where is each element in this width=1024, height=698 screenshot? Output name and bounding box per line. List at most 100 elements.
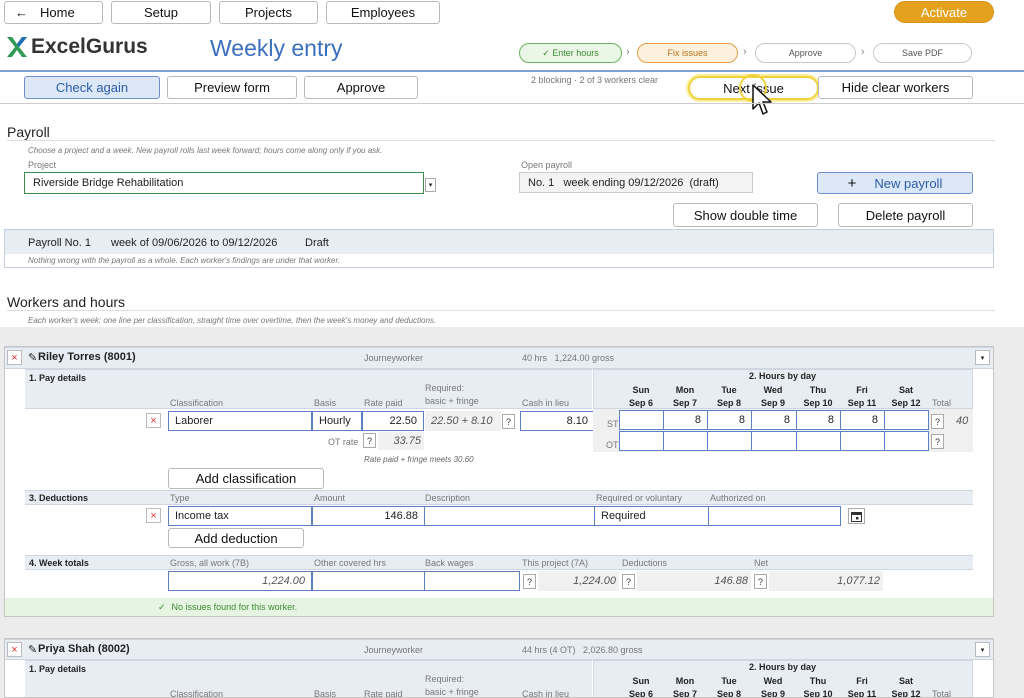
hide-clear-workers-button[interactable]: Hide clear workers — [818, 76, 973, 99]
st-total-help-button[interactable]: ? — [931, 414, 944, 429]
worker-card: × ✎ Priya Shah (8002) Journeyworker 44 h… — [4, 638, 994, 698]
header-divider — [0, 70, 1024, 72]
st-hours-cell[interactable]: 8 — [796, 410, 841, 430]
workers-hint: Each worker's week: one line per classif… — [28, 316, 437, 325]
required-voluntary-field[interactable]: Required — [594, 506, 709, 526]
worker-role: Journeyworker — [364, 645, 424, 655]
new-payroll-button[interactable]: + New payroll — [817, 172, 973, 194]
other-hours-field[interactable] — [312, 571, 425, 591]
st-hours-cell[interactable]: 8 — [663, 410, 708, 430]
payroll-summary: Payroll No. 1 week of 09/06/2026 to 09/1… — [4, 229, 994, 268]
delete-payroll-button[interactable]: Delete payroll — [838, 203, 973, 227]
excelgurus-logo: ExcelGurus — [5, 34, 148, 60]
step-save-pdf[interactable]: Save PDF — [873, 43, 972, 63]
summary-week: week of 09/06/2026 to 09/12/2026 — [111, 237, 278, 249]
worker-card: × ✎ Riley Torres (8001) Journeyworker 40… — [4, 346, 994, 617]
deductions-header: 3. Deductions — [25, 490, 973, 505]
collapse-worker-button[interactable]: ▾ — [975, 642, 990, 657]
pay-details-header: 1. Pay details — [25, 660, 592, 697]
classification-field[interactable]: Laborer — [168, 411, 312, 431]
toolbar-divider — [0, 103, 1024, 104]
calendar-button[interactable] — [848, 508, 865, 524]
authorized-on-field[interactable] — [708, 506, 841, 526]
remove-worker-button[interactable]: × — [7, 642, 22, 657]
chevron-down-icon: ▾ — [428, 182, 433, 189]
ot-hours-cell[interactable] — [840, 431, 885, 451]
ot-rate-value: 33.75 — [378, 432, 424, 450]
ot-hours-cell[interactable] — [884, 431, 929, 451]
home-button[interactable]: ← Home — [4, 1, 103, 24]
setup-button[interactable]: Setup — [111, 1, 211, 24]
st-hours-cell[interactable]: 8 — [751, 410, 797, 430]
st-hours-cell[interactable] — [884, 410, 929, 430]
plus-icon: + — [847, 174, 857, 192]
check-icon: ✓ — [158, 601, 166, 612]
open-payroll-label: Open payroll — [521, 160, 573, 170]
open-payroll-field[interactable]: No. 1 week ending 09/12/2026 (draft) — [519, 172, 753, 193]
ot-hours-cell[interactable] — [663, 431, 708, 451]
summary-status: Draft — [305, 237, 329, 249]
ot-hours-cell[interactable] — [707, 431, 752, 451]
pay-details-header: 1. Pay details — [25, 369, 592, 409]
project-select[interactable]: Riverside Bridge Rehabilitation — [24, 172, 424, 194]
st-hours-cell[interactable]: 8 — [707, 410, 752, 430]
add-deduction-button[interactable]: Add deduction — [168, 528, 304, 548]
deduction-description-field[interactable] — [424, 506, 595, 526]
page-title: Weekly entry — [210, 35, 343, 61]
day-headers: Sun Sep 6 Mon Sep 7 Tue Sep 8 Wed Sep 9 Thu S… — [628, 676, 921, 698]
close-icon: × — [11, 351, 18, 364]
deduction-amount-field[interactable]: 146.88 — [312, 506, 425, 526]
check-again-button[interactable]: Check again — [24, 76, 160, 99]
step-chevron-icon: › — [743, 46, 747, 58]
edit-icon[interactable]: ✎ — [28, 351, 37, 364]
step-approve[interactable]: Approve — [755, 43, 856, 63]
deductions-help-button[interactable]: ? — [622, 574, 635, 589]
st-hours-cell[interactable]: 8 — [840, 410, 885, 430]
project-dropdown-button[interactable]: ▾ — [425, 178, 436, 192]
st-hours-cell[interactable] — [619, 410, 664, 430]
edit-icon[interactable]: ✎ — [28, 643, 37, 656]
worker-name: Priya Shah (8002) — [38, 643, 130, 655]
workers-heading: Workers and hours — [7, 294, 126, 310]
rate-paid-field[interactable]: 22.50 — [362, 411, 424, 431]
summary-payroll-no: Payroll No. 1 — [28, 237, 91, 249]
gross-field[interactable]: 1,224.00 — [168, 571, 312, 591]
day-headers: Sun Sep 6 Mon Sep 7 Tue Sep 8 Wed Sep 9 Thu S… — [628, 385, 921, 408]
ot-hours-cell[interactable] — [619, 431, 664, 451]
projects-button[interactable]: Projects — [219, 1, 318, 24]
st-total: 40 — [956, 415, 969, 427]
remove-classification-button[interactable]: × — [146, 413, 161, 428]
calendar-icon — [851, 511, 862, 522]
step-chevron-icon: › — [626, 46, 630, 58]
collapse-worker-button[interactable]: ▾ — [975, 350, 990, 365]
payroll-heading: Payroll — [7, 124, 50, 140]
activate-button[interactable]: Activate — [894, 1, 994, 23]
basis-field[interactable]: Hourly — [312, 411, 362, 431]
remove-worker-button[interactable]: × — [7, 350, 22, 365]
required-rate-value: 22.50 + 8.10 — [425, 411, 501, 431]
payroll-hint: Choose a project and a week. New payroll… — [28, 146, 383, 155]
preview-form-button[interactable]: Preview form — [167, 76, 297, 99]
show-double-time-button[interactable]: Show double time — [673, 203, 818, 227]
net-help-button[interactable]: ? — [754, 574, 767, 589]
ot-total-help-button[interactable]: ? — [931, 434, 944, 449]
deduction-type-field[interactable]: Income tax — [168, 506, 312, 526]
step-enter-hours[interactable]: ✓ Enter hours — [519, 43, 622, 63]
check-status: 2 blocking · 2 of 3 workers clear — [531, 75, 659, 85]
employees-button[interactable]: Employees — [326, 1, 440, 24]
remove-deduction-button[interactable]: × — [146, 508, 161, 523]
approve-button[interactable]: Approve — [304, 76, 418, 99]
ot-hours-cell[interactable] — [751, 431, 797, 451]
back-wages-field[interactable] — [424, 571, 520, 591]
project-label: Project — [28, 160, 57, 170]
ot-hours-cell[interactable] — [796, 431, 841, 451]
ot-rate-help-button[interactable]: ? — [363, 433, 376, 448]
back-arrow-icon: ← — [15, 5, 28, 20]
add-classification-button[interactable]: Add classification — [168, 468, 324, 489]
cash-in-lieu-field[interactable]: 8.10 — [520, 411, 595, 431]
required-help-button[interactable]: ? — [502, 414, 515, 429]
step-fix-issues[interactable]: Fix issues — [637, 43, 738, 63]
worker-header — [5, 347, 993, 369]
this-project-help-button[interactable]: ? — [523, 574, 536, 589]
worker-ok-banner: ✓ No issues found for this worker. — [5, 598, 993, 616]
